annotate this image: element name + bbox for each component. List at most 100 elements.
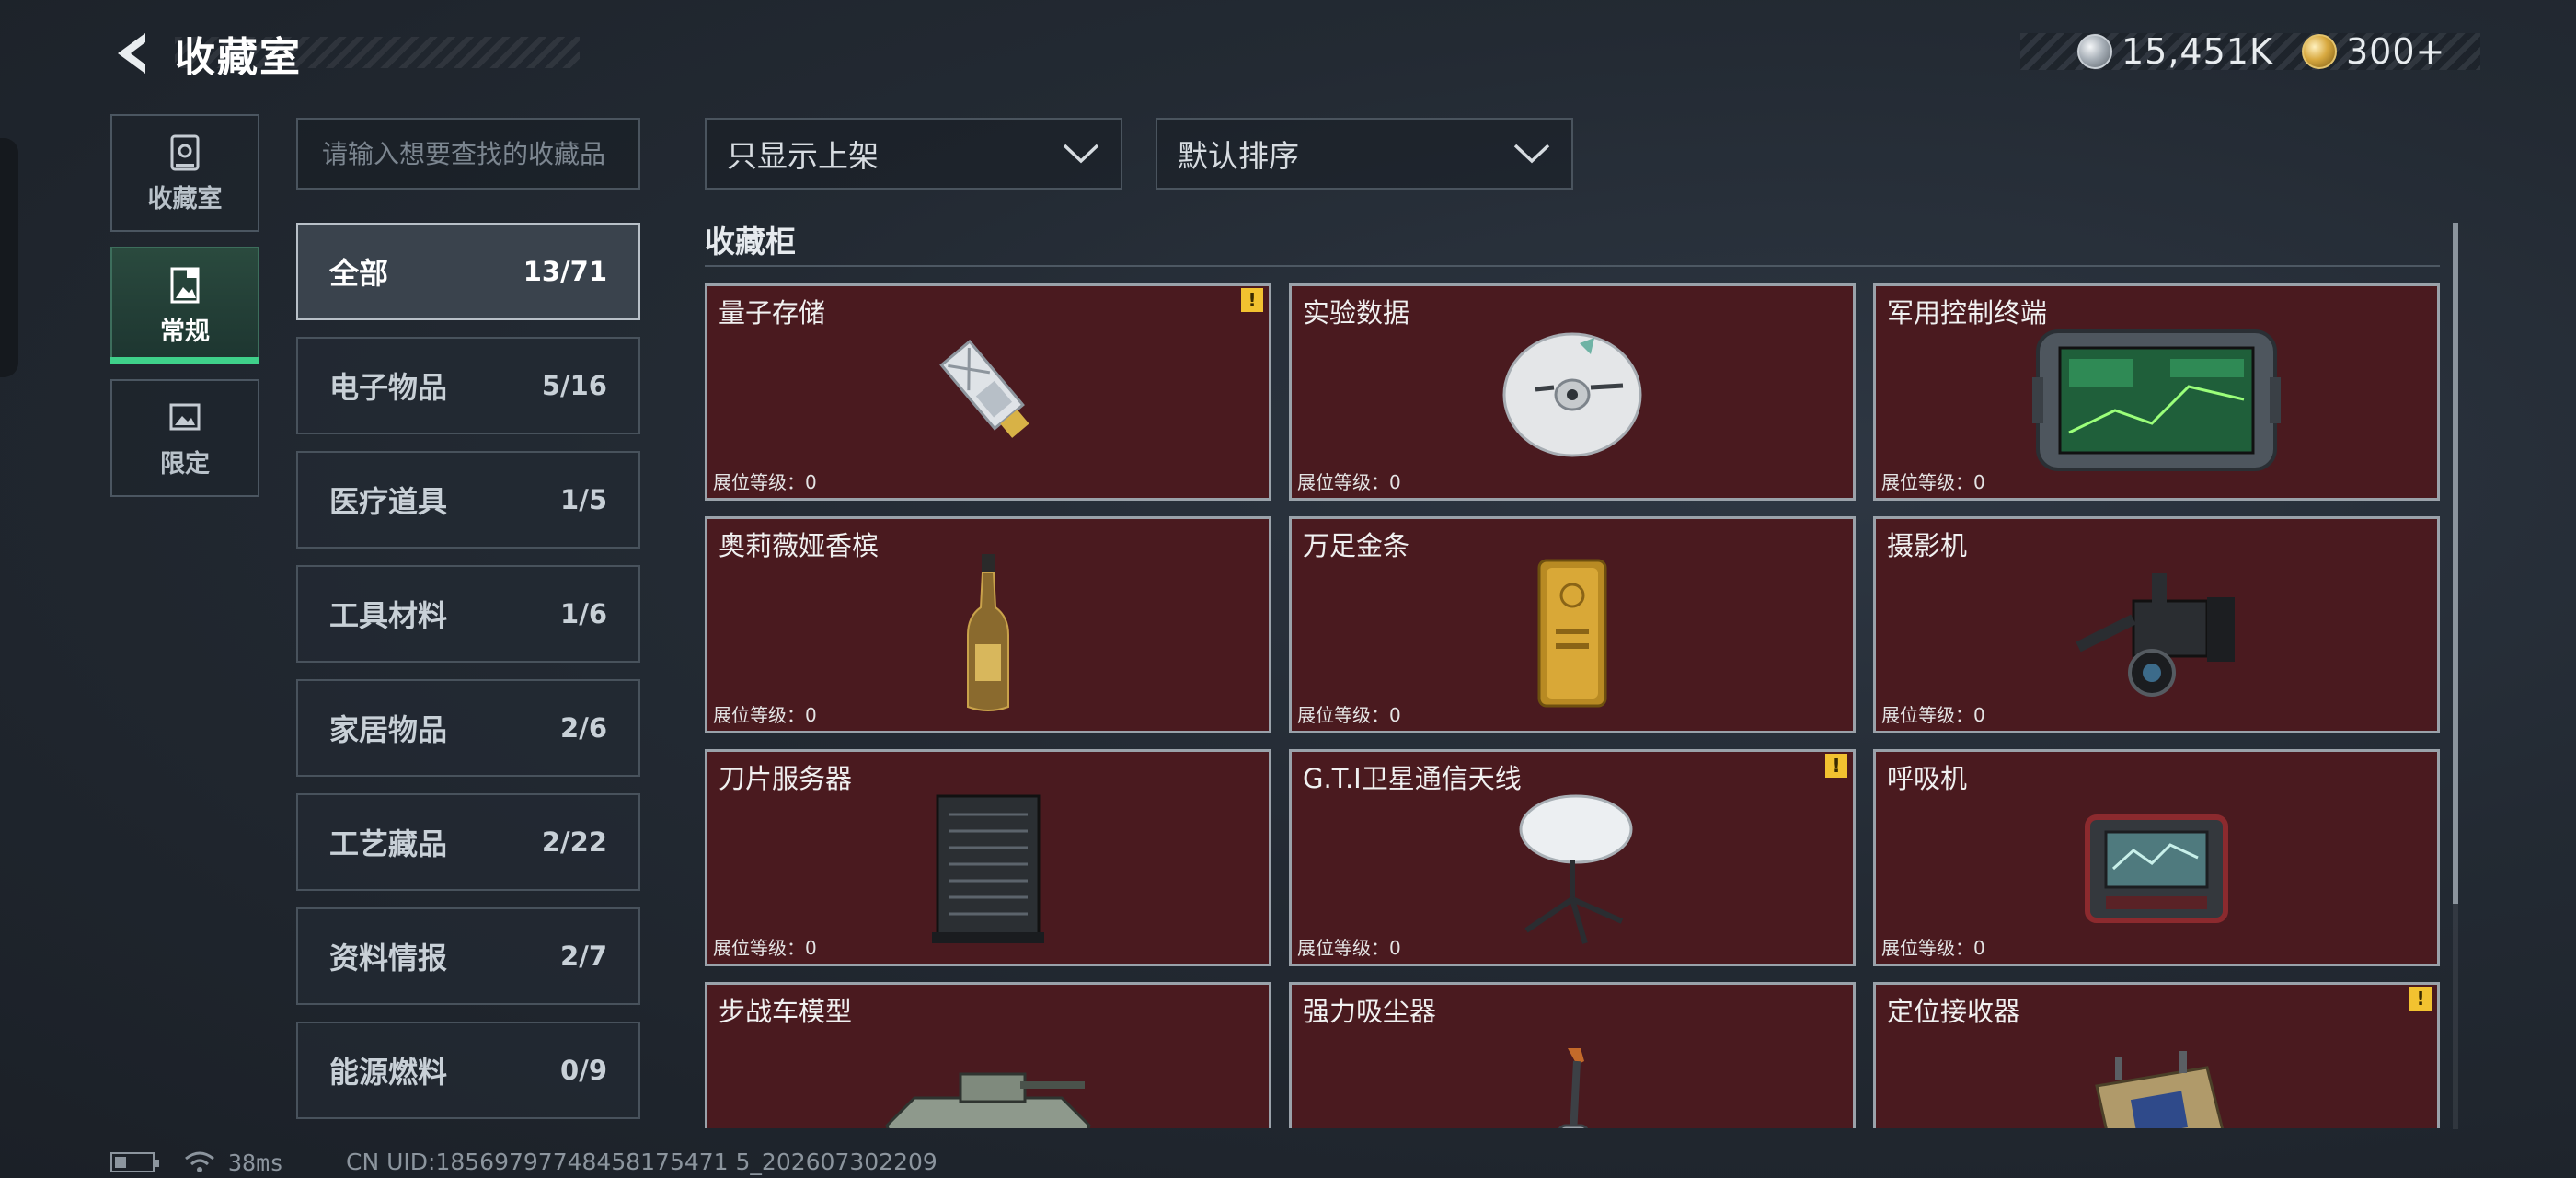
level-value: 0 — [1973, 471, 1985, 493]
edge-handle — [0, 138, 18, 377]
collection-card-quantum-storage[interactable]: 量子存储 ! 展位等级：0 — [705, 283, 1271, 501]
collection-card-champagne[interactable]: 奥莉薇娅香槟 展位等级：0 — [705, 516, 1271, 733]
page-title: 收藏室 — [175, 34, 302, 81]
level-value: 0 — [1389, 937, 1401, 959]
gold-currency[interactable]: 300+ — [2302, 28, 2445, 75]
category-count: 1/6 — [560, 598, 607, 629]
gold-coin-icon — [2302, 34, 2337, 69]
category-electronics[interactable]: 电子物品 5/16 — [296, 337, 640, 434]
landscape-frame-icon — [169, 403, 201, 430]
card-level: 展位等级：0 — [1297, 933, 1401, 960]
category-household[interactable]: 家居物品 2/6 — [296, 679, 640, 777]
category-medical[interactable]: 医疗道具 1/5 — [296, 451, 640, 549]
uid-text: CN UID:18569797748458175471 5_2026073022… — [346, 1149, 937, 1175]
card-name: 万足金条 — [1303, 530, 1410, 561]
nav-item-regular[interactable]: 常规 — [110, 247, 259, 364]
category-name: 能源燃料 — [329, 1055, 448, 1090]
portrait-frame-icon — [170, 267, 200, 303]
vacuum-icon — [1558, 1047, 1589, 1128]
card-name: 奥莉薇娅香槟 — [719, 530, 880, 561]
cabinet-title: 收藏柜 — [705, 224, 796, 260]
wifi-icon — [185, 1151, 214, 1172]
gps-receiver-icon — [2095, 1050, 2225, 1128]
category-count: 0/9 — [560, 1055, 607, 1086]
vault-icon — [170, 134, 200, 170]
collection-card-vacuum[interactable]: 强力吸尘器 — [1289, 982, 1856, 1128]
category-count: 1/5 — [560, 484, 607, 515]
category-name: 医疗道具 — [329, 484, 448, 519]
silver-currency[interactable]: 15,451K — [2077, 28, 2273, 75]
collection-card-gold-bar[interactable]: 万足金条 展位等级：0 — [1289, 516, 1856, 733]
page-title-wrap: 收藏室 — [175, 28, 302, 81]
category-tools[interactable]: 工具材料 1/6 — [296, 565, 640, 663]
sort-dropdown[interactable]: 默认排序 — [1156, 118, 1573, 190]
silver-currency-value: 15,451K — [2122, 31, 2273, 72]
card-name: 量子存储 — [719, 297, 826, 329]
card-level: 展位等级：0 — [1881, 468, 1985, 494]
collection-card-ventilator[interactable]: 呼吸机 展位等级：0 — [1873, 749, 2440, 966]
collection-card-ifv-model[interactable]: 步战车模型 — [705, 982, 1271, 1128]
sort-label: 默认排序 — [1178, 138, 1299, 174]
category-intel[interactable]: 资料情报 2/7 — [296, 907, 640, 1005]
status-bar: 38ms — [110, 1149, 283, 1176]
card-name: 刀片服务器 — [719, 763, 853, 794]
card-name: 呼吸机 — [1887, 763, 1968, 794]
level-label: 展位等级： — [1297, 704, 1389, 726]
card-name: 强力吸尘器 — [1303, 996, 1437, 1027]
ventilator-icon — [2085, 814, 2228, 923]
category-count: 2/22 — [541, 826, 607, 858]
level-label: 展位等级： — [1881, 471, 1973, 493]
collection-card-gps-receiver[interactable]: 定位接收器 ! — [1873, 982, 2440, 1128]
back-arrow-icon — [118, 33, 145, 74]
card-level: 展位等级：0 — [1297, 468, 1401, 494]
nav-item-limited[interactable]: 限定 — [110, 379, 259, 497]
video-camera-icon — [2076, 573, 2235, 698]
cabinet-scrollbar-thumb[interactable] — [2453, 223, 2458, 904]
level-value: 0 — [805, 704, 817, 726]
category-name: 工艺藏品 — [329, 826, 448, 861]
satellite-dish-icon — [1519, 794, 1633, 944]
card-level: 展位等级：0 — [1297, 700, 1401, 727]
card-level: 展位等级：0 — [713, 933, 817, 960]
usb-drive-icon — [939, 339, 1029, 438]
category-all[interactable]: 全部 13/71 — [296, 223, 640, 320]
level-value: 0 — [805, 471, 817, 493]
category-name: 资料情报 — [329, 941, 448, 976]
warning-badge-icon: ! — [1241, 288, 1263, 312]
category-count: 13/71 — [523, 256, 607, 287]
level-label: 展位等级： — [1881, 704, 1973, 726]
collection-card-camera[interactable]: 摄影机 展位等级：0 — [1873, 516, 2440, 733]
category-crafts[interactable]: 工艺藏品 2/22 — [296, 793, 640, 891]
category-energy[interactable]: 能源燃料 0/9 — [296, 1022, 640, 1119]
level-value: 0 — [1389, 704, 1401, 726]
card-name: G.T.I卫星通信天线 — [1303, 763, 1522, 794]
search-input[interactable] — [296, 118, 640, 190]
collection-card-blade-server[interactable]: 刀片服务器 展位等级：0 — [705, 749, 1271, 966]
nav-label-regular: 常规 — [160, 317, 210, 346]
nav-item-vault[interactable]: 收藏室 — [110, 114, 259, 232]
nav-label-limited: 限定 — [160, 449, 210, 479]
nav-label-vault: 收藏室 — [147, 184, 223, 214]
level-label: 展位等级： — [1297, 937, 1389, 959]
level-label: 展位等级： — [1881, 937, 1973, 959]
chevron-down-icon — [1063, 144, 1099, 164]
category-count: 5/16 — [541, 370, 607, 401]
card-level: 展位等级：0 — [713, 700, 817, 727]
category-name: 电子物品 — [329, 370, 448, 405]
collection-card-military-terminal[interactable]: 军用控制终端 展位等级：0 — [1873, 283, 2440, 501]
level-label: 展位等级： — [713, 471, 805, 493]
level-label: 展位等级： — [713, 704, 805, 726]
card-name: 实验数据 — [1303, 297, 1410, 329]
champagne-bottle-icon — [967, 554, 1009, 712]
server-icon — [932, 794, 1044, 943]
collection-card-experiment-data[interactable]: 实验数据 展位等级：0 — [1289, 283, 1856, 501]
category-count: 2/6 — [560, 712, 607, 744]
warning-badge-icon: ! — [2409, 987, 2432, 1011]
cabinet-divider — [705, 265, 2440, 267]
level-label: 展位等级： — [1297, 471, 1389, 493]
back-button[interactable] — [109, 28, 160, 79]
collection-card-satellite-antenna[interactable]: G.T.I卫星通信天线 ! 展位等级：0 — [1289, 749, 1856, 966]
card-name: 步战车模型 — [719, 996, 853, 1027]
display-filter-dropdown[interactable]: 只显示上架 — [705, 118, 1122, 190]
card-level: 展位等级：0 — [713, 468, 817, 494]
